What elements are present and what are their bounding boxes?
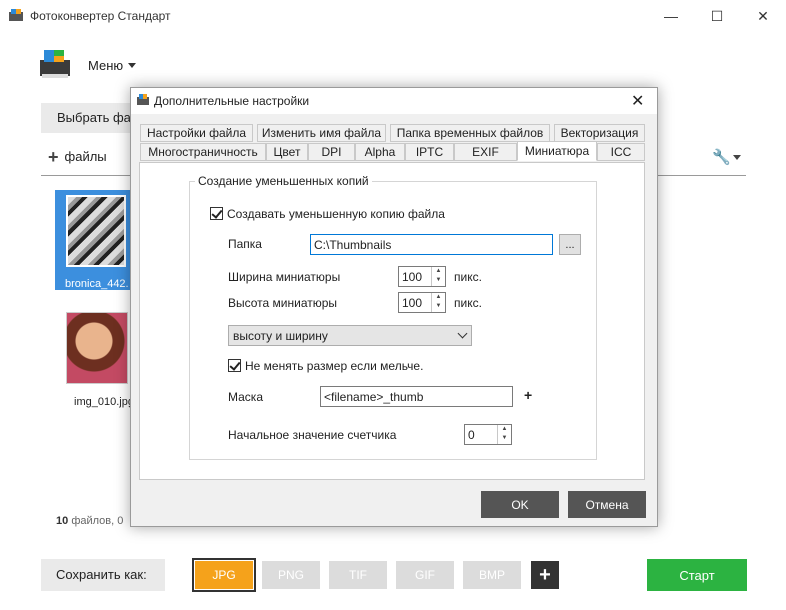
plus-icon: +: [48, 146, 59, 167]
tab-alpha[interactable]: Alpha: [355, 143, 405, 161]
format-jpg-button[interactable]: JPG: [192, 558, 256, 592]
arrow-up-icon[interactable]: ▲: [498, 425, 511, 434]
tab-iptc[interactable]: IPTC: [405, 143, 454, 161]
thumbnail-image: [66, 312, 128, 384]
format-tif-button[interactable]: TIF: [329, 561, 387, 589]
spin-buttons[interactable]: ▲ ▼: [431, 267, 445, 286]
wrench-icon[interactable]: 🔧: [712, 148, 731, 166]
close-icon[interactable]: ✕: [740, 0, 786, 32]
start-button[interactable]: Старт: [647, 559, 747, 591]
arrow-down-icon[interactable]: ▼: [432, 302, 445, 311]
folder-label: Папка: [228, 237, 262, 251]
create-thumb-label: Создавать уменьшенную копию файла: [227, 207, 445, 221]
format-png-button[interactable]: PNG: [262, 561, 320, 589]
tab-icc[interactable]: ICC: [597, 143, 645, 161]
width-unit: пикс.: [454, 270, 482, 284]
status-text: файлов, 0: [71, 515, 124, 527]
cancel-button[interactable]: Отмена: [568, 491, 646, 518]
height-unit: пикс.: [454, 296, 482, 310]
no-upscale-label: Не менять размер если мельче.: [245, 359, 424, 373]
folder-input[interactable]: C:\Thumbnails: [310, 234, 553, 255]
tab-temp-folder[interactable]: Папка временных файлов: [390, 124, 550, 142]
browse-button[interactable]: ...: [559, 234, 581, 255]
tab-rename-file[interactable]: Изменить имя файла: [257, 124, 386, 142]
dialog-title: Дополнительные настройки: [154, 94, 310, 108]
thumbnail-tab-panel: Создание уменьшенных копий Создавать уме…: [139, 162, 645, 480]
arrow-down-icon[interactable]: ▼: [432, 276, 445, 285]
group-title: Создание уменьшенных копий: [195, 174, 372, 188]
status-bar: 10 файлов, 0: [56, 515, 123, 527]
add-mask-tag-icon[interactable]: +: [524, 387, 532, 403]
tab-thumbnail[interactable]: Миниатюра: [517, 141, 597, 161]
close-icon[interactable]: ✕: [631, 91, 644, 111]
counter-stepper[interactable]: 0 ▲ ▼: [464, 424, 512, 445]
counter-label: Начальное значение счетчика: [228, 428, 397, 442]
file-thumbnail-selected[interactable]: bronica_442.: [55, 190, 133, 290]
save-as-label: Сохранить как:: [41, 559, 165, 591]
app-icon: [137, 94, 149, 105]
maximize-icon[interactable]: ☐: [694, 0, 740, 32]
width-label: Ширина миниатюры: [228, 270, 341, 284]
tab-dpi[interactable]: DPI: [308, 143, 355, 161]
chevron-down-icon[interactable]: [733, 155, 741, 160]
file-name: img_010.jpg: [74, 396, 134, 408]
height-value: 100: [402, 296, 423, 310]
title-bar: Фотоконвертер Стандарт — ☐ ✕: [0, 0, 786, 32]
spin-buttons[interactable]: ▲ ▼: [431, 293, 445, 312]
chevron-down-icon: [128, 63, 136, 68]
format-bmp-button[interactable]: BMP: [463, 561, 521, 589]
create-thumb-checkbox[interactable]: [210, 207, 223, 220]
width-stepper[interactable]: 100 ▲ ▼: [398, 266, 446, 287]
arrow-up-icon[interactable]: ▲: [432, 267, 445, 276]
mask-label: Маска: [228, 390, 263, 404]
add-format-button[interactable]: +: [531, 561, 559, 589]
mask-input[interactable]: <filename>_thumb: [320, 386, 513, 407]
file-name: bronica_442.: [65, 278, 129, 290]
advanced-settings-dialog: Дополнительные настройки ✕ Настройки фай…: [130, 87, 658, 527]
ok-button[interactable]: OK: [481, 491, 559, 518]
spin-buttons[interactable]: ▲ ▼: [497, 425, 511, 444]
minimize-icon[interactable]: —: [648, 0, 694, 32]
arrow-up-icon[interactable]: ▲: [432, 293, 445, 302]
tab-color[interactable]: Цвет: [266, 143, 308, 161]
dialog-title-bar: Дополнительные настройки ✕: [131, 88, 657, 114]
height-label: Высота миниатюры: [228, 296, 338, 310]
resize-mode-value: высоту и ширину: [233, 329, 328, 343]
thumbnail-image: [66, 195, 126, 267]
no-upscale-checkbox[interactable]: [228, 359, 241, 372]
add-files-label: файлы: [64, 149, 107, 164]
resize-mode-select[interactable]: высоту и ширину: [228, 325, 472, 346]
thumbnail-group: Создание уменьшенных копий Создавать уме…: [189, 174, 597, 460]
arrow-down-icon[interactable]: ▼: [498, 434, 511, 443]
app-title: Фотоконвертер Стандарт: [30, 9, 171, 23]
height-stepper[interactable]: 100 ▲ ▼: [398, 292, 446, 313]
tab-vectorization[interactable]: Векторизация: [554, 124, 645, 142]
tab-exif[interactable]: EXIF: [454, 143, 517, 161]
counter-value: 0: [468, 428, 475, 442]
menu-label: Меню: [88, 58, 124, 73]
app-icon: [9, 9, 23, 21]
width-value: 100: [402, 270, 423, 284]
file-count: 10: [56, 515, 69, 527]
format-gif-button[interactable]: GIF: [396, 561, 454, 589]
select-files-button[interactable]: Выбрать фа: [41, 103, 141, 133]
chevron-down-icon: [457, 328, 468, 339]
tab-multipage[interactable]: Многостраничность: [140, 143, 266, 161]
add-files-button[interactable]: + файлы: [48, 146, 107, 167]
tab-file-settings[interactable]: Настройки файла: [140, 124, 253, 142]
app-logo-icon: [40, 50, 70, 78]
